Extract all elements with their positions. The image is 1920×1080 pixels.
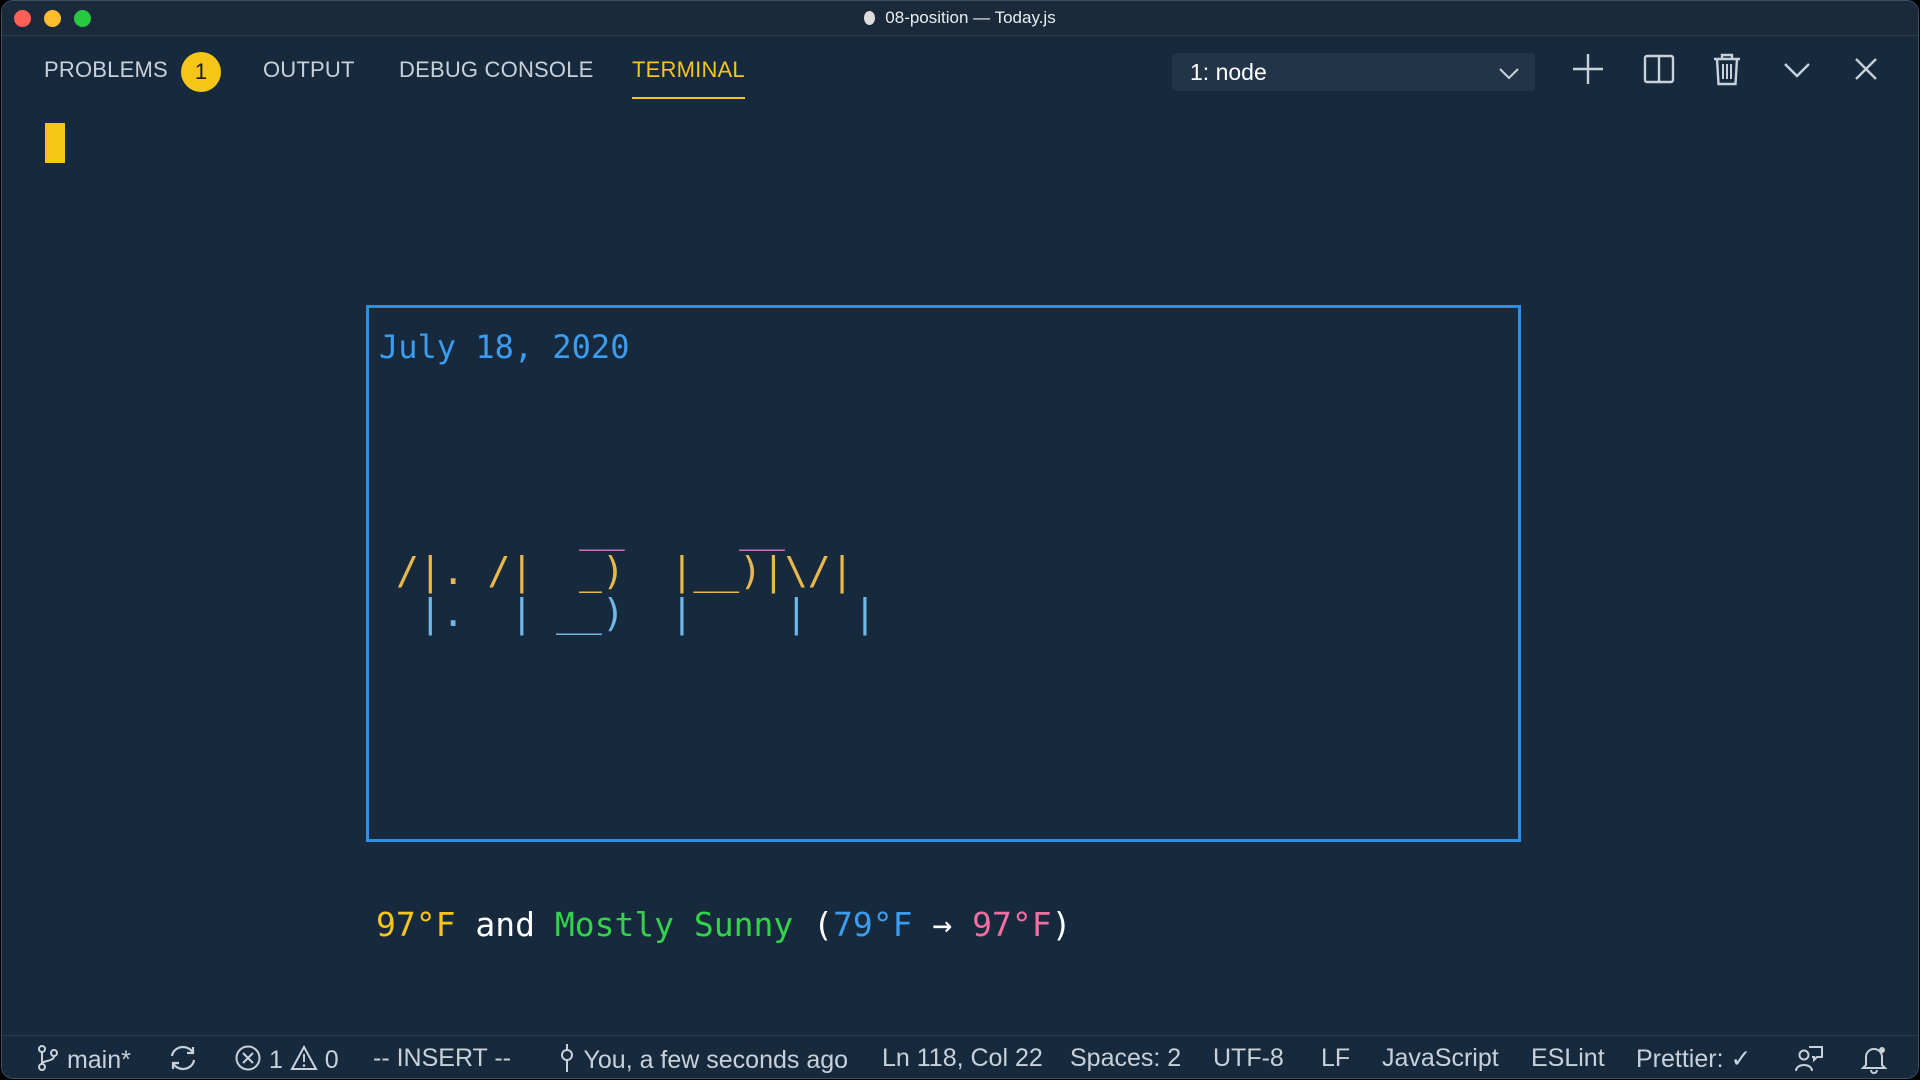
language-mode[interactable]: JavaScript [1382, 1044, 1499, 1073]
chevron-down-icon [1499, 68, 1519, 80]
tab-problems[interactable]: PROBLEMS [44, 57, 168, 83]
line-ending[interactable]: LF [1321, 1044, 1350, 1073]
range-arrow: → [932, 905, 953, 944]
feedback-icon [1795, 1046, 1823, 1072]
window-title-text: 08-position — Today.js [885, 8, 1056, 27]
indentation[interactable]: Spaces: 2 [1070, 1044, 1181, 1073]
close-paren: ) [1051, 905, 1072, 944]
git-blame[interactable]: You, a few seconds ago [557, 1044, 848, 1075]
title-bar: 08-position — Today.js [2, 1, 1918, 36]
weather-conjunction: and [475, 905, 535, 944]
clock-art-row-3: |. | __) | | | [396, 591, 877, 635]
trash-icon[interactable] [1709, 51, 1745, 87]
close-icon[interactable] [1848, 51, 1884, 87]
panel-tabbar: PROBLEMS OUTPUT DEBUG CONSOLE TERMINAL [2, 35, 1918, 107]
problems-count-badge: 1 [181, 52, 221, 92]
document-icon [864, 11, 876, 25]
bell-icon [1860, 1047, 1888, 1074]
low-temp: 79°F [833, 905, 913, 944]
tab-output[interactable]: OUTPUT [263, 57, 355, 83]
warning-icon [290, 1044, 318, 1070]
error-count: 1 [268, 1046, 283, 1074]
git-branch-icon [38, 1045, 58, 1071]
weather-condition: Mostly Sunny [554, 905, 794, 944]
clock-art-row-2: /|. /| _) |__)|\/| [396, 549, 854, 593]
tab-debug-console[interactable]: DEBUG CONSOLE [399, 57, 594, 83]
high-temp: 97°F [972, 905, 1052, 944]
notifications-button[interactable] [1860, 1044, 1888, 1077]
sync-button[interactable] [167, 1044, 199, 1075]
window-title: 08-position — Today.js [2, 8, 1918, 28]
clock-art-row-1: __ __ [396, 507, 785, 551]
encoding[interactable]: UTF-8 [1213, 1044, 1284, 1073]
vscode-window: 08-position — Today.js PROBLEMS OUTPUT D… [1, 0, 1919, 1079]
commit-icon [561, 1044, 573, 1072]
date-text: July 18, 2020 [379, 328, 630, 366]
prettier-status[interactable]: Prettier: ✓ [1636, 1044, 1751, 1074]
error-icon [235, 1045, 261, 1071]
vim-mode: -- INSERT -- [373, 1044, 511, 1072]
open-paren: ( [813, 905, 834, 944]
branch-name: main* [66, 1046, 131, 1074]
clock-ascii-art: __ __ /|. /| _) |__)|\/| |. | __) | | | [396, 508, 876, 634]
terminal-selector-value: 1: node [1190, 59, 1267, 85]
plus-icon[interactable] [1570, 51, 1606, 87]
chevron-down-icon[interactable] [1779, 51, 1815, 87]
cursor-position[interactable]: Ln 118, Col 22 [882, 1044, 1043, 1073]
split-icon[interactable] [1641, 51, 1677, 87]
git-blame-text: You, a few seconds ago [583, 1046, 849, 1074]
problems-status[interactable]: 1 0 [234, 1044, 339, 1075]
feedback-button[interactable] [1794, 1044, 1824, 1077]
today-frame: July 18, 2020 __ __ /|. /| _) |__)|\/| |… [366, 305, 1521, 842]
warning-count: 0 [324, 1046, 339, 1074]
terminal-selector[interactable]: 1: node [1172, 53, 1535, 91]
weather-line: 97°F and Mostly Sunny (79°F → 97°F) [376, 905, 1071, 944]
current-temp: 97°F [376, 905, 456, 944]
eslint-status[interactable]: ESLint [1531, 1044, 1605, 1073]
terminal-cursor [45, 123, 65, 163]
sync-icon [170, 1045, 196, 1071]
tab-terminal[interactable]: TERMINAL [632, 57, 745, 99]
branch-status[interactable]: main* [36, 1044, 131, 1075]
status-bar: main* 1 0 -- INSERT -- You, a few second… [2, 1035, 1918, 1078]
